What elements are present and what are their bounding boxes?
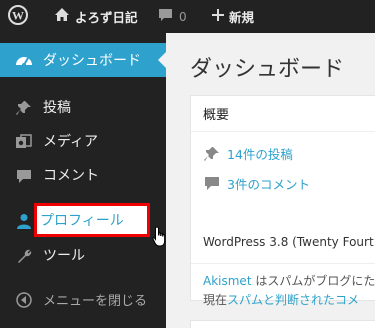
sidebar-item-comments[interactable]: コメント xyxy=(0,158,166,192)
comment-bubble-icon xyxy=(158,8,173,26)
sidebar-item-label: コメント xyxy=(43,168,99,184)
akismet-text: はスパムがブログにた xyxy=(251,274,375,288)
widget-header[interactable]: 概要 xyxy=(191,96,375,132)
wordpress-logo-icon: W xyxy=(8,4,28,29)
sidebar-item-label: メディア xyxy=(43,134,99,150)
wordpress-logo-button[interactable]: W xyxy=(8,0,28,33)
comment-icon xyxy=(203,176,221,192)
sidebar-item-tools[interactable]: ツール xyxy=(0,238,166,272)
hand-cursor-icon xyxy=(152,226,168,252)
main-content: ダッシュボード 概要 14件の投稿 3件のコメント WordPress 3.8 … xyxy=(166,33,375,328)
new-label: 新規 xyxy=(229,10,255,25)
admin-bar: W よろず日記 0 新規 xyxy=(0,0,375,33)
second-widget xyxy=(190,320,375,328)
pin-icon xyxy=(203,146,221,162)
pin-icon xyxy=(14,99,34,117)
media-icon xyxy=(14,133,34,151)
current-arrow xyxy=(158,52,166,68)
admin-bar-comments[interactable]: 0 xyxy=(158,0,187,33)
comment-icon xyxy=(14,167,34,185)
sidebar-item-label: ダッシュボード xyxy=(43,53,141,69)
sidebar-item-media[interactable]: メディア xyxy=(0,124,166,158)
akismet-link[interactable]: Akismet xyxy=(203,274,252,288)
dashboard-icon xyxy=(14,52,34,70)
posts-count: 14件の投稿 xyxy=(227,147,293,162)
admin-bar-new[interactable]: 新規 xyxy=(212,0,254,33)
sidebar-item-label: ツール xyxy=(43,248,85,264)
divider xyxy=(191,263,375,264)
page-title: ダッシュボード xyxy=(190,57,345,82)
sidebar-item-dashboard[interactable]: ダッシュボード xyxy=(0,43,166,77)
admin-sidebar: ダッシュボード 投稿 メディア コメント プロフィール ツール メニューを閉じる xyxy=(0,33,166,328)
sidebar-item-profile[interactable]: プロフィール xyxy=(0,203,166,237)
sidebar-item-label: 投稿 xyxy=(43,100,71,116)
sidebar-item-label: プロフィール xyxy=(40,213,124,229)
user-icon xyxy=(14,212,34,230)
at-a-glance-widget: 概要 14件の投稿 3件のコメント WordPress 3.8 (Twenty … xyxy=(190,95,375,307)
site-name: よろず日記 xyxy=(75,10,138,25)
comment-count: 0 xyxy=(179,9,187,24)
site-name-link[interactable]: よろず日記 xyxy=(54,0,138,33)
collapse-menu-button[interactable]: メニューを閉じる xyxy=(0,282,166,316)
sidebar-item-label: メニューを閉じる xyxy=(43,293,148,309)
posts-count-link[interactable]: 14件の投稿 xyxy=(203,144,293,163)
widget-title: 概要 xyxy=(203,108,230,123)
wrench-icon xyxy=(14,247,34,265)
comments-count: 3件のコメント xyxy=(227,177,310,192)
sidebar-item-posts[interactable]: 投稿 xyxy=(0,90,166,124)
svg-text:W: W xyxy=(12,8,24,22)
collapse-icon xyxy=(14,291,34,309)
spam-link[interactable]: スパムと判断されたコメ xyxy=(227,293,359,307)
akismet-text-2: 現在 xyxy=(203,293,228,307)
comments-count-link[interactable]: 3件のコメント xyxy=(203,174,310,193)
plus-icon xyxy=(212,8,224,25)
home-icon xyxy=(54,7,70,26)
wordpress-version: WordPress 3.8 (Twenty Fourt xyxy=(203,235,374,249)
akismet-info: Akismet はスパムがブログにた 現在スパムと判断されたコメ xyxy=(203,272,375,310)
